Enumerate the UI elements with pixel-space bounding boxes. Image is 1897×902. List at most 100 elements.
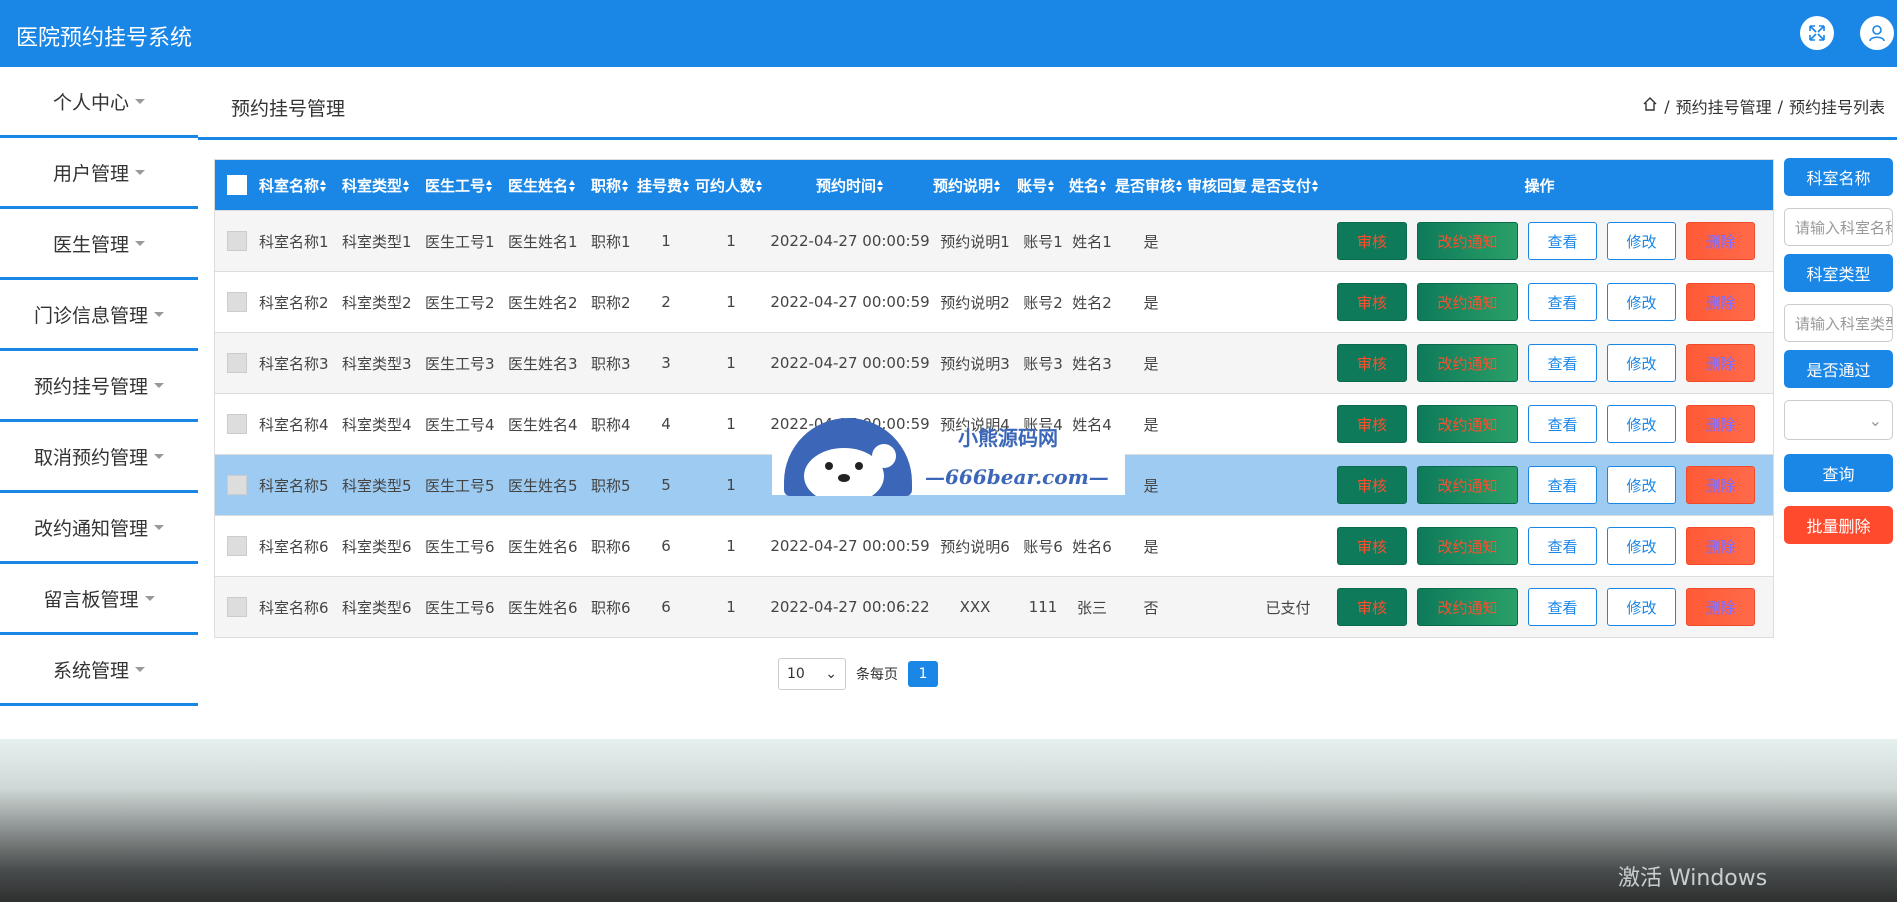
- row-checkbox[interactable]: [227, 597, 247, 617]
- home-icon[interactable]: [1642, 96, 1658, 116]
- breadcrumb: / 预约挂号管理 / 预约挂号列表: [1642, 94, 1885, 118]
- dept-type-input[interactable]: 请输入科室类型: [1784, 304, 1893, 342]
- sidebar-item-appointment[interactable]: 预约挂号管理: [0, 351, 198, 422]
- select-all-checkbox[interactable]: [227, 175, 247, 195]
- edit-button[interactable]: 修改: [1607, 283, 1676, 321]
- edit-button[interactable]: 修改: [1607, 527, 1676, 565]
- breadcrumb-item[interactable]: 预约挂号管理: [1676, 94, 1772, 118]
- sidebar-item-personal-center[interactable]: 个人中心: [0, 67, 198, 138]
- view-button[interactable]: 查看: [1528, 527, 1597, 565]
- reschedule-notice-button[interactable]: 改约通知: [1417, 466, 1518, 504]
- sidebar-item-user-management[interactable]: 用户管理: [0, 138, 198, 209]
- table-cell: 姓名6: [1072, 537, 1112, 556]
- audit-button[interactable]: 审核: [1337, 344, 1407, 382]
- approved-select[interactable]: ⌄: [1784, 400, 1893, 440]
- table-cell: 医生工号1: [425, 232, 495, 251]
- table-row[interactable]: 科室名称1 科室类型1 医生工号1 医生姓名1 职称1 1 1 2022-04-27 00:0…: [215, 210, 1773, 271]
- caret-down-icon: [154, 382, 164, 388]
- reschedule-notice-button[interactable]: 改约通知: [1417, 344, 1518, 382]
- edit-button[interactable]: 修改: [1607, 222, 1676, 260]
- table-cell: 医生姓名1: [508, 232, 578, 251]
- row-checkbox[interactable]: [227, 536, 247, 556]
- delete-button[interactable]: 删除: [1686, 344, 1755, 382]
- col-appointment-note[interactable]: 预约说明: [933, 175, 1017, 196]
- sidebar-item-clinic-info[interactable]: 门诊信息管理: [0, 280, 198, 351]
- sidebar-item-system[interactable]: 系统管理: [0, 635, 198, 706]
- delete-button[interactable]: 删除: [1686, 283, 1755, 321]
- audit-button[interactable]: 审核: [1337, 527, 1407, 565]
- audit-button[interactable]: 审核: [1337, 405, 1407, 443]
- reschedule-notice-button[interactable]: 改约通知: [1417, 588, 1518, 626]
- table-cell: 科室名称4: [259, 415, 329, 434]
- edit-button[interactable]: 修改: [1607, 405, 1676, 443]
- sidebar-item-message-board[interactable]: 留言板管理: [0, 564, 198, 635]
- reschedule-notice-button[interactable]: 改约通知: [1417, 283, 1518, 321]
- audit-button[interactable]: 审核: [1337, 588, 1407, 626]
- col-dept-name[interactable]: 科室名称: [259, 175, 342, 196]
- delete-button[interactable]: 删除: [1686, 588, 1755, 626]
- table-cell: XXX: [959, 598, 991, 616]
- edit-button[interactable]: 修改: [1607, 588, 1676, 626]
- table-row[interactable]: 科室名称6 科室类型6 医生工号6 医生姓名6 职称6 6 1 2022-04-27 00:0…: [215, 515, 1773, 576]
- col-name[interactable]: 姓名: [1069, 175, 1115, 196]
- chevron-down-icon: ⌄: [1868, 410, 1882, 430]
- table-cell: 预约说明1: [940, 232, 1010, 251]
- col-paid[interactable]: 是否支付: [1251, 175, 1325, 196]
- row-checkbox[interactable]: [227, 292, 247, 312]
- table-cell: 预约说明3: [940, 354, 1010, 373]
- audit-button[interactable]: 审核: [1337, 222, 1407, 260]
- col-doctor-name[interactable]: 医生姓名: [508, 175, 591, 196]
- reschedule-notice-button[interactable]: 改约通知: [1417, 222, 1518, 260]
- delete-button[interactable]: 删除: [1686, 405, 1755, 443]
- sidebar-item-cancel-appointment[interactable]: 取消预约管理: [0, 422, 198, 493]
- col-fee[interactable]: 挂号费: [637, 175, 695, 196]
- table-row[interactable]: 科室名称6 科室类型6 医生工号6 医生姓名6 职称6 6 1 2022-04-27 00:0…: [215, 576, 1773, 637]
- table-cell: 姓名4: [1072, 415, 1112, 434]
- page-button-current[interactable]: 1: [908, 661, 938, 687]
- col-dept-type[interactable]: 科室类型: [342, 175, 425, 196]
- table-cell: 3: [661, 354, 671, 372]
- row-checkbox[interactable]: [227, 414, 247, 434]
- delete-button[interactable]: 删除: [1686, 466, 1755, 504]
- edit-button[interactable]: 修改: [1607, 466, 1676, 504]
- col-appointment-time[interactable]: 预约时间: [767, 175, 933, 196]
- col-capacity[interactable]: 可约人数: [695, 175, 767, 196]
- fullscreen-icon[interactable]: [1800, 16, 1834, 50]
- audit-button[interactable]: 审核: [1337, 283, 1407, 321]
- query-button[interactable]: 查询: [1784, 454, 1893, 492]
- row-checkbox[interactable]: [227, 475, 247, 495]
- col-doctor-id[interactable]: 医生工号: [425, 175, 508, 196]
- delete-button[interactable]: 删除: [1686, 222, 1755, 260]
- table-row[interactable]: 科室名称2 科室类型2 医生工号2 医生姓名2 职称2 2 1 2022-04-27 00:0…: [215, 271, 1773, 332]
- sidebar-item-doctor-management[interactable]: 医生管理: [0, 209, 198, 280]
- view-button[interactable]: 查看: [1528, 344, 1597, 382]
- delete-button[interactable]: 删除: [1686, 527, 1755, 565]
- table-row[interactable]: 科室名称3 科室类型3 医生工号3 医生姓名3 职称3 3 1 2022-04-27 00:0…: [215, 332, 1773, 393]
- view-button[interactable]: 查看: [1528, 283, 1597, 321]
- col-account[interactable]: 账号: [1017, 175, 1069, 196]
- sidebar-item-label: 预约挂号管理: [33, 375, 148, 398]
- row-actions: 审核 改约通知 查看 修改 删除: [1337, 588, 1755, 626]
- bulk-delete-button[interactable]: 批量删除: [1784, 506, 1893, 544]
- sort-icon: [320, 180, 327, 192]
- sidebar: 个人中心 用户管理 医生管理 门诊信息管理 预约挂号管理 取消预约管理 改约通知…: [0, 67, 198, 707]
- row-checkbox[interactable]: [227, 353, 247, 373]
- page-size-select[interactable]: 10 ⌄: [778, 658, 846, 690]
- row-checkbox[interactable]: [227, 231, 247, 251]
- view-button[interactable]: 查看: [1528, 588, 1597, 626]
- col-title[interactable]: 职称: [591, 175, 637, 196]
- table-cell: 已支付: [1265, 598, 1311, 617]
- table-cell: 职称6: [591, 537, 631, 556]
- edit-button[interactable]: 修改: [1607, 344, 1676, 382]
- audit-button[interactable]: 审核: [1337, 466, 1407, 504]
- reschedule-notice-button[interactable]: 改约通知: [1417, 527, 1518, 565]
- view-button[interactable]: 查看: [1528, 466, 1597, 504]
- view-button[interactable]: 查看: [1528, 222, 1597, 260]
- col-reply[interactable]: 审核回复: [1187, 175, 1251, 196]
- user-icon[interactable]: [1860, 16, 1894, 50]
- reschedule-notice-button[interactable]: 改约通知: [1417, 405, 1518, 443]
- view-button[interactable]: 查看: [1528, 405, 1597, 443]
- col-approved[interactable]: 是否审核: [1115, 175, 1187, 196]
- sidebar-item-reschedule-notice[interactable]: 改约通知管理: [0, 493, 198, 564]
- dept-name-input[interactable]: 请输入科室名称: [1784, 208, 1893, 246]
